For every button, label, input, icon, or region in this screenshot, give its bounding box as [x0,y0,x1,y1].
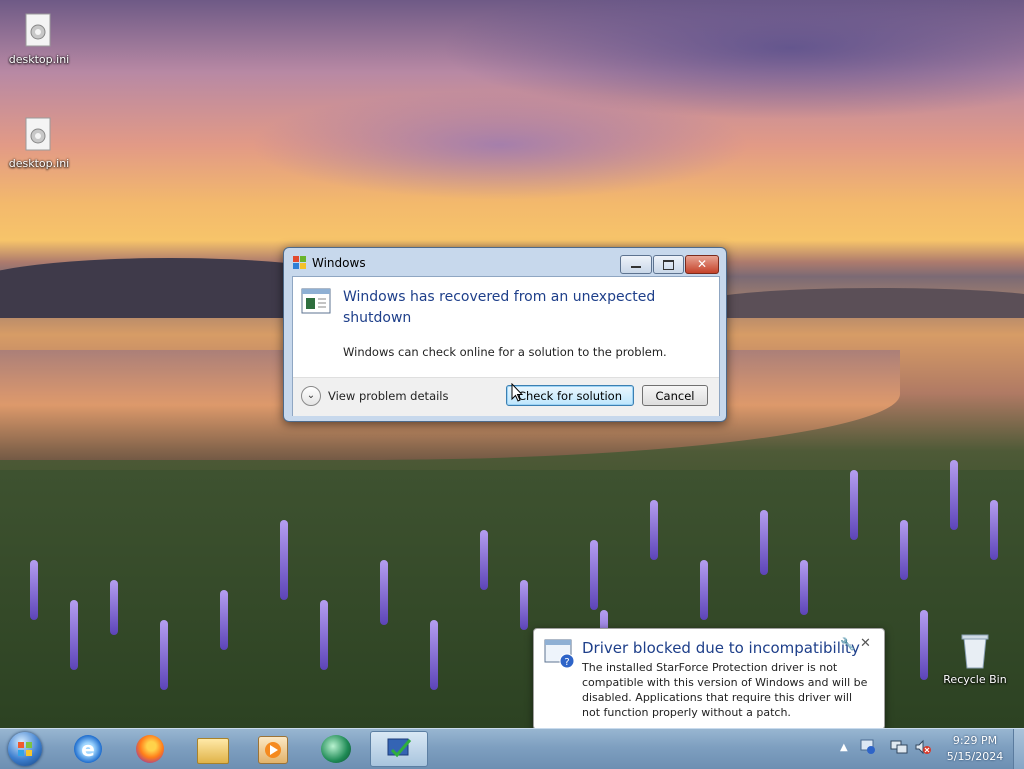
flower [160,620,168,690]
desktop-icon-desktop-ini-1[interactable]: desktop.ini [1,12,77,66]
taskbar-media-player[interactable] [246,731,300,767]
flower [900,520,908,580]
flower [520,580,528,630]
windows-flag-icon [293,256,307,273]
network-icon[interactable] [890,739,908,758]
desktop-icon-label: desktop.ini [8,157,70,170]
desktop-icon-label: desktop.ini [8,53,70,66]
options-wrench-icon[interactable]: 🔧 [840,637,855,651]
details-toggle-label: View problem details [328,389,449,403]
start-button[interactable] [6,730,46,768]
driver-warning-icon: ? [544,639,576,672]
flower [320,600,328,670]
flower [380,560,388,625]
internet-explorer-icon: e [74,735,102,763]
minimize-icon [631,266,641,268]
flower [590,540,598,610]
flower [110,580,118,635]
flower [650,500,658,560]
maximize-icon [663,260,674,270]
driver-notification-tray-icon[interactable] [860,739,876,758]
flower [950,460,958,530]
ini-file-icon [22,12,56,50]
notification-title: Driver blocked due to incompatibility [582,639,860,657]
clock-time: 9:29 PM [952,734,998,747]
flower [70,600,78,670]
dialog-content: Windows has recovered from an unexpected… [292,276,720,416]
flower [280,520,288,600]
desktop-icon-label: Recycle Bin [943,673,1007,686]
taskbar-firefox[interactable] [124,731,178,767]
maximize-button[interactable] [653,255,684,274]
show-hidden-icons-icon[interactable]: ▲ [840,742,848,753]
taskbar-active-app[interactable] [370,731,428,767]
app-icon [321,735,351,763]
flower [990,500,998,560]
taskbar-internet-explorer[interactable]: e [62,731,116,767]
recycle-bin-icon [958,632,992,670]
desktop-icon-recycle-bin[interactable]: Recycle Bin [937,632,1013,686]
active-app-icon [385,736,413,762]
flower [920,610,928,680]
show-desktop-button[interactable] [1013,729,1024,769]
close-icon: ✕ [696,257,708,271]
flower [220,590,228,650]
flower [480,530,488,590]
close-button[interactable]: ✕ [685,255,719,274]
wallpaper-mountains-right [700,288,1024,318]
clock-date: 5/15/2024 [946,750,1004,763]
flower [700,560,708,620]
check-for-solution-button[interactable]: Check for solution [506,385,634,406]
file-explorer-icon [197,738,229,764]
flower [30,560,38,620]
flower [430,620,438,690]
ini-file-icon [22,116,56,154]
flower [760,510,768,575]
chevron-down-icon: ⌄ [301,386,321,406]
media-player-icon [258,736,288,764]
window-recovered-icon [301,288,331,317]
notification-body: The installed StarForce Protection drive… [582,661,868,719]
svg-text:?: ? [564,657,569,668]
minimize-button[interactable] [620,255,652,274]
wallpaper-clouds-2 [250,90,750,200]
flower [800,560,808,615]
cancel-button[interactable]: Cancel [642,385,708,406]
dialog-message: Windows can check online for a solution … [343,345,667,359]
dialog-footer: ⌄ View problem details Check for solutio… [293,377,719,416]
dialog-title: Windows [312,256,366,270]
taskbar-app[interactable] [310,731,364,767]
dialog-heading: Windows has recovered from an unexpected… [343,289,656,326]
taskbar: e ▲ 9:29 PM 5/15/2024 [0,728,1024,769]
mouse-cursor-icon [511,382,524,405]
dialog-titlebar[interactable]: Windows ✕ [284,248,726,275]
taskbar-file-explorer[interactable] [186,731,240,767]
recovery-dialog: Windows ✕ Windows has recovered from an … [283,247,727,422]
flower [850,470,858,540]
taskbar-clock[interactable]: 9:29 PM 5/15/2024 [940,733,1010,765]
driver-blocked-notification[interactable]: ? Driver blocked due to incompatibility … [533,628,885,740]
notification-close-icon[interactable]: ✕ [860,636,871,651]
start-orb-icon [8,732,42,766]
desktop-icon-desktop-ini-2[interactable]: desktop.ini [1,116,77,170]
volume-muted-icon[interactable] [914,739,932,758]
firefox-icon [136,735,164,763]
